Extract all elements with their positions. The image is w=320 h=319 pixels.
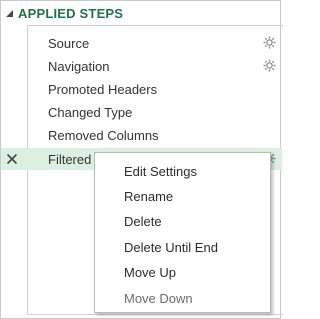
menu-item-label: Edit Settings <box>124 164 197 179</box>
step-label: Removed Columns <box>48 127 159 143</box>
menu-item-edit-settings[interactable]: Edit Settings <box>95 160 270 183</box>
menu-item-delete-until-end[interactable]: Delete Until End <box>95 236 270 259</box>
menu-item-delete[interactable]: Delete <box>95 210 270 233</box>
step-label: Source <box>48 35 90 51</box>
gear-icon[interactable] <box>263 36 276 49</box>
step-label: Promoted Headers <box>48 81 158 97</box>
collapse-triangle-icon[interactable] <box>6 10 13 17</box>
panel-title: APPLIED STEPS <box>18 5 124 21</box>
menu-item-label: Delete Until End <box>124 240 218 255</box>
step-navigation[interactable]: Navigation <box>28 55 282 77</box>
step-promoted-headers[interactable]: Promoted Headers <box>28 78 282 100</box>
applied-steps-header[interactable]: APPLIED STEPS <box>6 5 124 21</box>
step-removed-columns[interactable]: Removed Columns <box>28 124 282 146</box>
menu-item-label: Delete <box>124 214 162 229</box>
step-source[interactable]: Source <box>28 32 282 54</box>
menu-item-label: Move Up <box>124 265 177 280</box>
step-context-menu: Edit Settings Rename Delete Delete Until… <box>94 152 271 313</box>
gear-icon[interactable] <box>263 59 276 72</box>
menu-item-rename[interactable]: Rename <box>95 185 270 208</box>
applied-steps-panel: APPLIED STEPS Source Navigation Promoted… <box>0 0 283 319</box>
step-changed-type[interactable]: Changed Type <box>28 101 282 123</box>
step-label: Changed Type <box>48 104 133 120</box>
delete-x-icon[interactable] <box>5 152 19 166</box>
step-label: Navigation <box>48 58 110 74</box>
menu-item-move-down[interactable]: Move Down <box>95 287 270 310</box>
menu-item-label: Move Down <box>124 291 193 306</box>
menu-item-move-up[interactable]: Move Up <box>95 261 270 284</box>
menu-item-label: Rename <box>124 189 174 204</box>
